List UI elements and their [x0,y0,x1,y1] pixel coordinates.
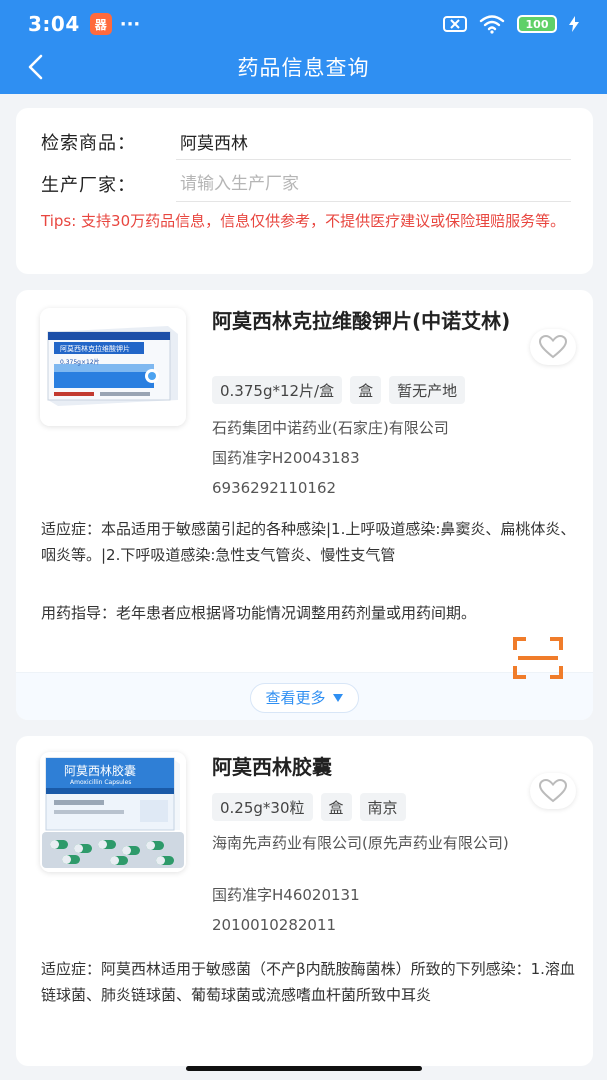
unit-tag: 盒 [320,793,352,821]
barcode: 2010010282011 [212,916,337,934]
sim-off-icon [443,16,467,32]
chevron-left-icon [28,54,43,80]
product-field-row: 检索商品： [41,120,571,164]
spec-tag: 0.375g*12片/盒 [212,376,343,404]
indication-text: 适应症：阿莫西林适用于敏感菌（不产β内酰胺酶菌株）所致的下列感染：1.溶血链球菌… [41,960,575,1004]
guidance-text: 用药指导：老年患者应根据肾功能情况调整用药剂量或用药间期。 [41,604,477,622]
maker-field-row: 生产厂家： [41,162,571,206]
home-indicator [186,1066,422,1071]
spec-tag: 0.25g*30粒 [212,793,313,821]
status-indicators: 100 [443,14,579,34]
favorite-button[interactable] [530,773,576,809]
product-image: 阿莫西林胶囊 Amoxicillin Capsules [40,752,186,872]
spec-tags: 0.25g*30粒 盒 南京 [212,793,406,821]
page-title: 药品信息查询 [237,56,370,80]
search-form: 检索商品： 生产厂家： Tips: 支持30万药品信息，信息仅供参考，不提供医疗… [16,108,593,274]
product-card[interactable]: 阿莫西林克拉维酸钾片 0.375g×12片 阿莫西林克拉维酸钾片(中诺艾林) 0… [16,290,593,720]
unit-tag: 盒 [350,376,382,404]
spec-tags: 0.375g*12片/盒 盒 暂无产地 [212,376,466,404]
heart-icon [539,335,567,359]
heart-icon [539,779,567,803]
product-card[interactable]: 阿莫西林胶囊 Amoxicillin Capsules 阿莫西林胶囊 0.25g… [16,736,593,1066]
maker-label: 生产厂家： [41,175,136,196]
box-label: 阿莫西林克拉维酸钾片 [60,345,130,353]
origin-tag: 暂无产地 [389,376,466,404]
nav-bar: 药品信息查询 [0,44,607,90]
product-name: 阿莫西林胶囊 [212,755,332,779]
indication-text: 适应症：本品适用于敏感菌引起的各种感染|1.上呼吸道感染:鼻窦炎、扁桃体炎、咽炎… [41,520,576,564]
box-label: 阿莫西林胶囊 [64,764,137,778]
favorite-button[interactable] [530,329,576,365]
wifi-icon [479,15,505,34]
box-spec: 0.375g×12片 [60,359,100,366]
product-image: 阿莫西林克拉维酸钾片 0.375g×12片 [40,308,186,426]
charging-icon [569,16,579,32]
more-notifications-icon: ··· [119,13,141,35]
tips-text: Tips: 支持30万药品信息，信息仅供参考，不提供医疗建议或保险理赔服务等。 [41,212,566,230]
product-name: 阿莫西林克拉维酸钾片(中诺艾林) [212,309,511,333]
battery-icon: 100 [517,15,557,33]
manufacturer: 石药集团中诺药业(石家庄)有限公司 [212,419,449,437]
more-bar: 查看更多 [16,672,593,720]
caret-down-icon [332,693,343,702]
origin-tag: 南京 [359,793,406,821]
maker-input[interactable] [176,166,571,202]
box-subtitle: Amoxicillin Capsules [70,779,132,786]
approval-number: 国药准字H46020131 [212,886,360,904]
scan-icon [513,637,563,679]
view-more-label: 查看更多 [265,689,326,707]
view-more-button[interactable]: 查看更多 [250,682,359,713]
medicine-box-image [40,308,186,426]
back-button[interactable] [18,50,52,84]
scan-button[interactable] [512,636,564,680]
product-label: 检索商品： [41,133,136,154]
app-header: 3:04 器 ··· 100 药品信息查询 [0,0,607,94]
status-bar: 3:04 器 ··· 100 [0,0,607,48]
barcode: 6936292110162 [212,479,337,497]
notification-app-icon: 器 [89,13,112,35]
approval-number: 国药准字H20043183 [212,449,360,467]
product-search-input[interactable] [176,124,571,160]
manufacturer: 海南先声药业有限公司(原先声药业有限公司) [212,834,509,852]
status-time: 3:04 [28,12,80,36]
